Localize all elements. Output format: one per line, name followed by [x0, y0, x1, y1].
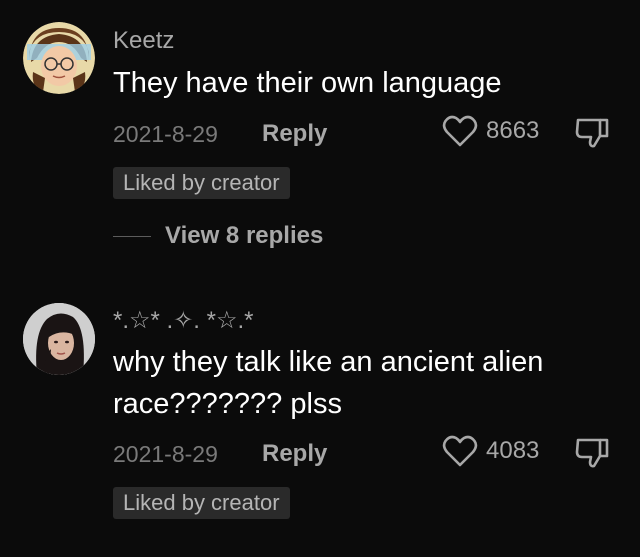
liked-by-creator-badge: Liked by creator: [113, 487, 290, 519]
thumbs-down-icon: [575, 438, 609, 468]
like-count: 4083: [486, 437, 540, 464]
comment-date: 2021-8-29: [113, 441, 218, 467]
comment-text-line-1: why they talk like an ancient alien: [113, 346, 544, 378]
like-button[interactable]: 4083: [442, 434, 539, 468]
photo-avatar-icon: [23, 303, 95, 375]
username[interactable]: *.☆* .✧. *☆.*: [113, 306, 254, 335]
dislike-button[interactable]: [574, 436, 610, 475]
heart-icon: [442, 435, 478, 467]
reply-button[interactable]: Reply: [262, 440, 327, 468]
comment-2: *.☆* .✧. *☆.* why they talk like an anci…: [0, 0, 640, 557]
comment-text-line-2: race??????? plss: [113, 388, 342, 420]
avatar[interactable]: [23, 303, 95, 375]
